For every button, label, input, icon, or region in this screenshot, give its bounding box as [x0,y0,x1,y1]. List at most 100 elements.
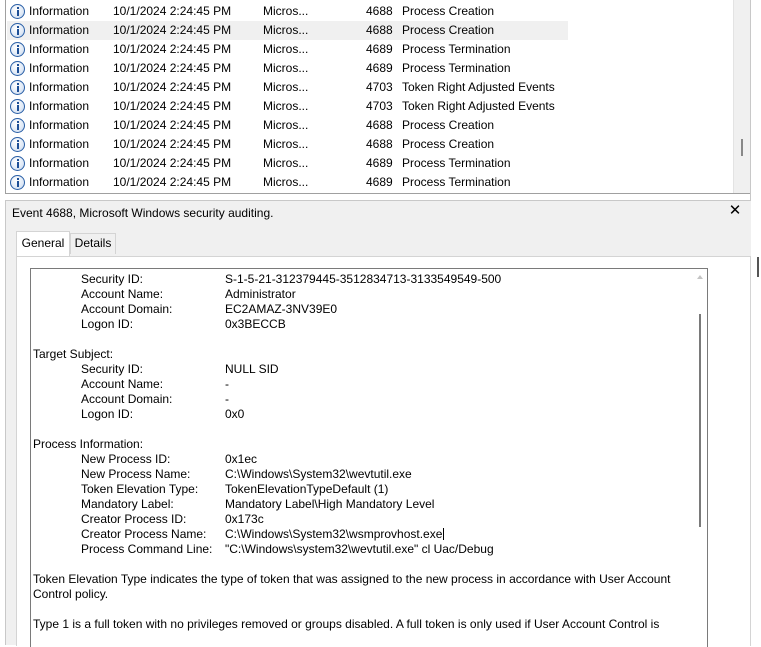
field-value: Mandatory Label\High Mandatory Level [225,497,435,511]
field-value: "C:\Windows\system32\wevtutil.exe" cl Ua… [225,542,494,556]
event-task-category: Process Creation [402,118,495,132]
event-row[interactable]: Information 10/1/2024 2:24:45 PM Micros...… [7,78,568,97]
event-level: Information [29,80,90,94]
event-task-category: Token Right Adjusted Events [402,99,555,113]
event-task-category: Process Creation [402,137,495,151]
event-date: 10/1/2024 2:24:45 PM [113,23,232,37]
event-level: Information [29,42,90,56]
field-value: - [225,377,229,391]
field-label: Security ID: [81,272,144,286]
scrollbar-thumb[interactable] [741,139,743,156]
event-task-category: Process Creation [402,4,495,18]
description-paragraph-line: Token Elevation Type indicates the type … [33,572,671,586]
event-source: Micros... [263,4,309,18]
event-id: 4689 [366,61,393,75]
field-label: New Process Name: [81,467,191,481]
scroll-up-arrow-icon[interactable] [697,275,703,279]
close-icon[interactable]: ✕ [728,203,742,219]
info-icon [10,23,25,38]
event-level: Information [29,137,90,151]
event-detail-header: Event 4688, Microsoft Windows security a… [5,200,751,223]
scrollbar-thumb[interactable] [699,314,701,527]
field-value: Administrator [225,287,296,301]
description-scrollbar[interactable] [694,269,707,647]
event-source: Micros... [263,118,309,132]
event-task-category: Token Right Adjusted Events [402,80,555,94]
event-row[interactable]: Information 10/1/2024 2:24:45 PM Micros...… [7,40,568,59]
event-id: 4688 [366,23,393,37]
field-label: Creator Process ID: [81,512,187,526]
event-list-scrollbar[interactable] [733,0,751,193]
event-source: Micros... [263,80,309,94]
event-row[interactable]: Information 10/1/2024 2:24:45 PM Micros...… [7,2,568,21]
field-value: C:\Windows\System32\wsmprovhost.exe [225,527,445,542]
event-row[interactable]: Information 10/1/2024 2:24:45 PM Micros...… [7,21,568,40]
event-date: 10/1/2024 2:24:45 PM [113,99,232,113]
field-label: Logon ID: [81,317,134,331]
list-border [5,0,6,193]
event-date: 10/1/2024 2:24:45 PM [113,137,232,151]
field-value-text: C:\Windows\System32\wsmprovhost.exe [225,527,443,541]
event-id: 4703 [366,80,393,94]
event-date: 10/1/2024 2:24:45 PM [113,118,232,132]
field-label: Account Name: [81,377,164,391]
event-id: 4689 [366,156,393,170]
event-id: 4689 [366,175,393,189]
field-label: New Process ID: [81,452,171,466]
field-label: Process Command Line: [81,542,213,556]
event-source: Micros... [263,61,309,75]
event-row[interactable]: Information 10/1/2024 2:24:45 PM Micros...… [7,173,568,192]
field-value: 0x3BECCB [225,317,286,331]
event-row[interactable]: Information 10/1/2024 2:24:45 PM Micros...… [7,97,568,116]
field-value: TokenElevationTypeDefault (1) [225,482,389,496]
field-label: Account Name: [81,287,164,301]
info-icon [10,80,25,95]
event-id: 4703 [366,99,393,113]
tab-general[interactable]: General [16,231,70,256]
event-task-category: Process Termination [402,156,511,170]
event-level: Information [29,23,90,37]
field-value: C:\Windows\System32\wevtutil.exe [225,467,412,481]
event-description-textbox[interactable]: Security ID: S-1-5-21-312379445-35128347… [30,268,708,647]
field-value: S-1-5-21-312379445-3512834713-3133549549… [225,272,502,286]
event-id: 4689 [366,42,393,56]
event-source: Micros... [263,156,309,170]
event-detail-title: Event 4688, Microsoft Windows security a… [12,206,274,220]
field-label: Account Domain: [81,302,173,316]
info-icon [10,175,25,190]
event-row[interactable]: Information 10/1/2024 2:24:45 PM Micros...… [7,135,568,154]
info-icon [10,99,25,114]
event-row[interactable]: Information 10/1/2024 2:24:45 PM Micros...… [7,116,568,135]
event-row[interactable]: Information 10/1/2024 2:24:45 PM Micros...… [7,154,568,173]
event-date: 10/1/2024 2:24:45 PM [113,175,232,189]
info-icon [10,118,25,133]
outer-scrollbar-thumb[interactable] [757,257,759,277]
field-label: Creator Process Name: [81,527,207,541]
info-icon [10,61,25,76]
event-task-category: Process Termination [402,61,511,75]
text-cursor [443,528,445,540]
event-level: Information [29,175,90,189]
field-label: Token Elevation Type: [81,482,199,496]
event-level: Information [29,156,90,170]
event-task-category: Process Termination [402,175,511,189]
event-date: 10/1/2024 2:24:45 PM [113,156,232,170]
field-value: 0x1ec [225,452,258,466]
event-id: 4688 [366,137,393,151]
event-level: Information [29,118,90,132]
event-date: 10/1/2024 2:24:45 PM [113,4,232,18]
event-list[interactable]: Information 10/1/2024 2:24:45 PM Micros...… [0,0,761,197]
event-source: Micros... [263,175,309,189]
event-source: Micros... [263,42,309,56]
field-value: NULL SID [225,362,279,376]
description-paragraph-line: Control policy. [33,587,109,601]
event-source: Micros... [263,23,309,37]
tab-details[interactable]: Details [70,233,116,254]
event-date: 10/1/2024 2:24:45 PM [113,42,232,56]
target-subject-header: Target Subject: [33,347,114,361]
info-icon [10,42,25,57]
event-detail-body: General Details Security ID: S-1-5-21-31… [5,223,751,647]
event-id: 4688 [366,118,393,132]
event-row[interactable]: Information 10/1/2024 2:24:45 PM Micros...… [7,59,568,78]
event-task-category: Process Creation [402,23,495,37]
